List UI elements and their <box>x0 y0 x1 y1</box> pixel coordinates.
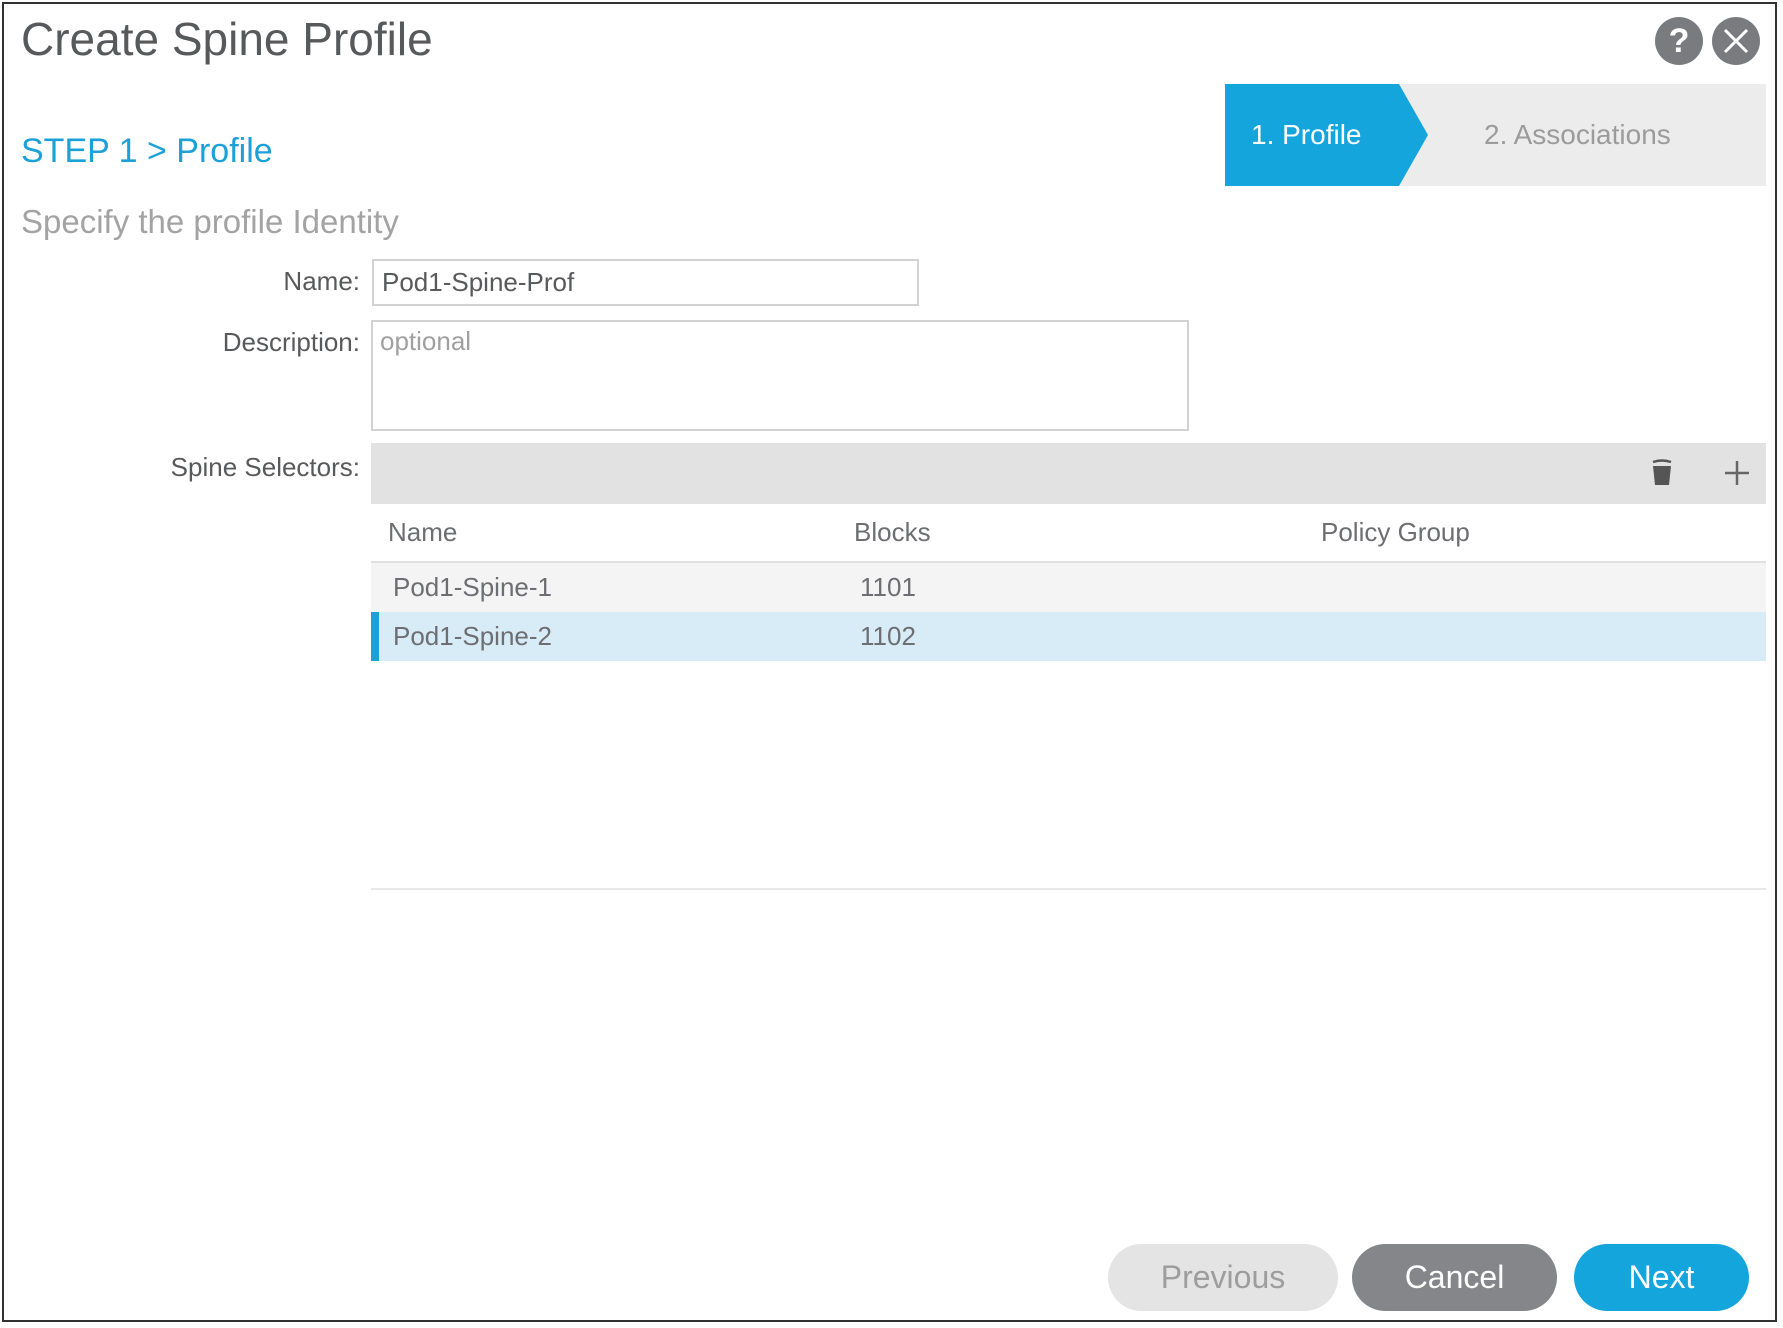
cell-name: Pod1-Spine-2 <box>393 621 552 651</box>
trash-icon <box>1652 459 1672 485</box>
name-input[interactable] <box>372 259 919 306</box>
name-label: Name: <box>283 266 360 296</box>
plus-icon <box>1725 461 1749 485</box>
add-selector-button[interactable] <box>1719 455 1755 491</box>
close-button[interactable] <box>1712 17 1760 65</box>
spine-selectors-toolbar <box>371 443 1766 504</box>
wizard-step-associations[interactable]: 2. Associations <box>1484 84 1671 186</box>
help-button[interactable]: ? <box>1655 17 1703 65</box>
column-header-blocks[interactable]: Blocks <box>854 504 931 561</box>
previous-button[interactable]: Previous <box>1108 1244 1338 1311</box>
cell-blocks: 1101 <box>860 572 916 602</box>
step-breadcrumb: STEP 1 > Profile <box>21 132 273 170</box>
table-row-selected[interactable]: Pod1-Spine-2 1102 <box>371 612 1766 661</box>
wizard-steps: 1. Profile 2. Associations <box>1225 84 1766 186</box>
spine-selectors-table: Name Blocks Policy Group Pod1-Spine-1 11… <box>371 504 1766 661</box>
dialog-title: Create Spine Profile <box>21 13 433 65</box>
description-textarea[interactable] <box>371 320 1189 431</box>
spine-selectors-label: Spine Selectors: <box>170 452 360 482</box>
delete-selector-button[interactable] <box>1644 455 1680 491</box>
question-mark-icon: ? <box>1668 21 1690 60</box>
cell-name: Pod1-Spine-1 <box>393 572 552 602</box>
cell-blocks: 1102 <box>860 621 916 651</box>
section-subtitle: Specify the profile Identity <box>21 203 399 240</box>
table-header: Name Blocks Policy Group <box>371 504 1766 563</box>
column-header-policy-group[interactable]: Policy Group <box>1321 504 1470 561</box>
next-button[interactable]: Next <box>1574 1244 1749 1311</box>
wizard-step-profile[interactable]: 1. Profile <box>1251 84 1362 186</box>
description-label: Description: <box>222 327 360 357</box>
close-x-icon <box>1723 28 1749 54</box>
create-spine-profile-dialog: Create Spine Profile ? STEP 1 > Profile … <box>2 2 1777 1322</box>
table-bottom-divider <box>371 888 1766 890</box>
table-row[interactable]: Pod1-Spine-1 1101 <box>371 563 1766 612</box>
column-header-name[interactable]: Name <box>388 504 457 561</box>
cancel-button[interactable]: Cancel <box>1352 1244 1557 1311</box>
